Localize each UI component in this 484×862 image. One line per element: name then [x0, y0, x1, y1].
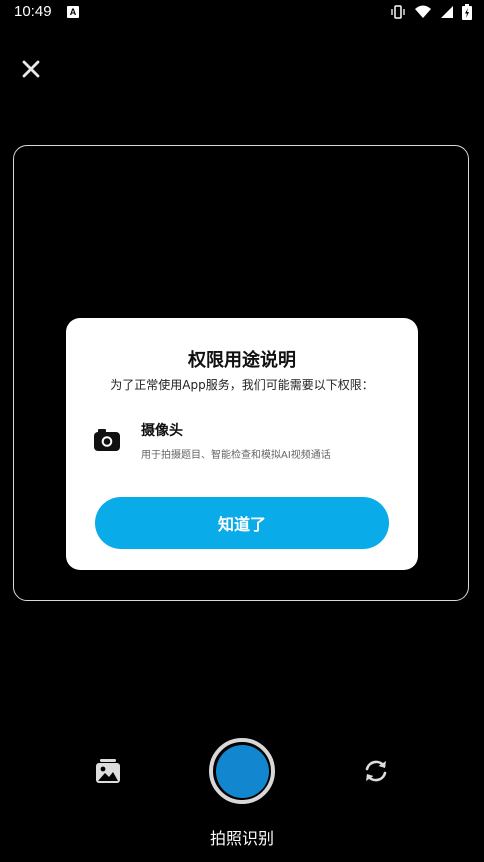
status-bar: 10:49 A — [0, 0, 484, 26]
confirm-button[interactable]: 知道了 — [95, 497, 389, 549]
notification-icon: A — [67, 6, 79, 18]
permission-title: 摄像头 — [141, 423, 183, 439]
gallery-button[interactable] — [94, 757, 122, 785]
close-icon — [22, 60, 40, 78]
switch-camera-icon — [365, 760, 387, 782]
signal-icon — [441, 6, 453, 18]
capture-label: 拍照识别 — [209, 829, 274, 848]
gallery-icon — [96, 759, 120, 783]
battery-charging-icon — [462, 4, 472, 20]
shutter-button[interactable] — [209, 738, 275, 804]
camera-icon — [94, 429, 120, 451]
status-time: 10:49 — [14, 3, 52, 20]
status-icons — [390, 4, 472, 20]
vibrate-icon — [391, 5, 405, 19]
switch-camera-button[interactable] — [362, 757, 390, 785]
close-button[interactable] — [18, 56, 44, 82]
dialog-subtitle: 为了正常使用App服务，我们可能需要以下权限： — [110, 378, 374, 392]
shutter-inner — [215, 744, 269, 798]
dialog-title: 权限用途说明 — [188, 350, 296, 371]
permission-dialog: 权限用途说明 为了正常使用App服务，我们可能需要以下权限： 摄像头 用于拍摄题… — [66, 318, 418, 570]
permission-description: 用于拍摄题目、智能检查和模拟AI视频通话 — [141, 450, 331, 461]
wifi-icon — [415, 5, 431, 18]
